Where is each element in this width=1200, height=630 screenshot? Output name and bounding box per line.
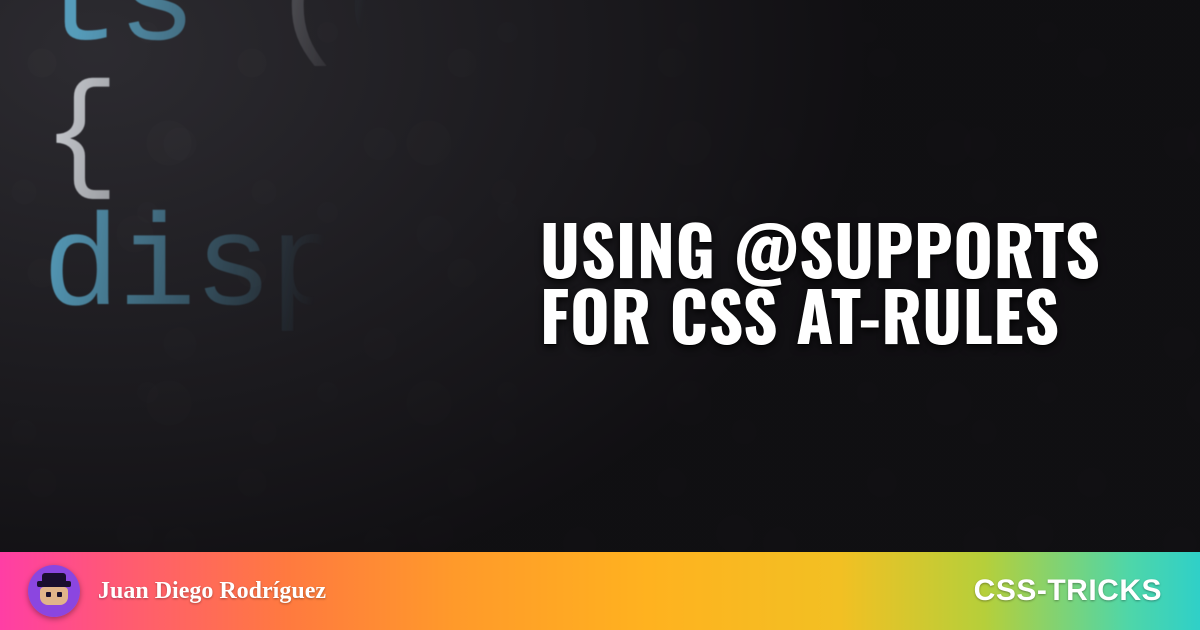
code-token-brace: { bbox=[0, 65, 118, 212]
author-name: Juan Diego Rodríguez bbox=[98, 578, 326, 605]
code-token-property: displa bbox=[42, 197, 498, 344]
avatar-pixel-icon bbox=[34, 571, 74, 611]
code-token-paren: ( bbox=[194, 0, 346, 79]
code-snippet: orts (di n { displa bbox=[0, 0, 498, 338]
code-token-property: di bbox=[346, 0, 498, 79]
site-name: CSS-TRICKS bbox=[974, 574, 1162, 608]
article-title: USING @SUPPORTS FOR CSS AT-RULES bbox=[540, 215, 1160, 347]
social-card: orts (di n { displa USING @SUPPORTS FOR … bbox=[0, 0, 1200, 630]
footer-bar: Juan Diego Rodríguez CSS-TRICKS bbox=[0, 552, 1200, 630]
author-avatar bbox=[28, 565, 80, 617]
